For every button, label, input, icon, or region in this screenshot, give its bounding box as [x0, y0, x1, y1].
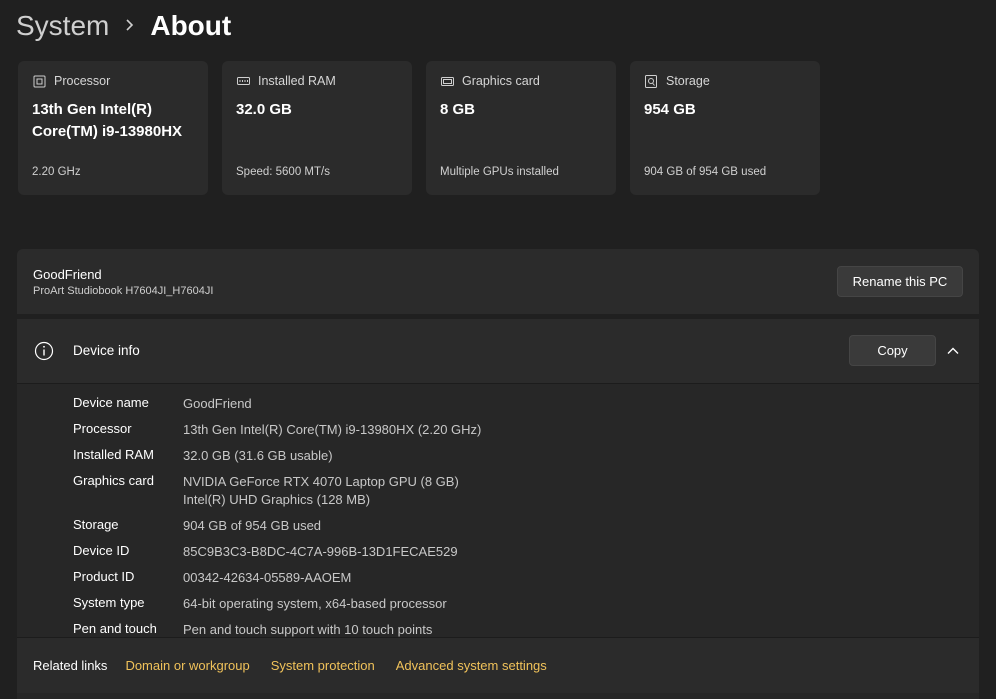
- copy-button[interactable]: Copy: [849, 335, 936, 366]
- info-row-graphics-card: Graphics card NVIDIA GeForce RTX 4070 La…: [73, 473, 481, 509]
- info-label: Installed RAM: [73, 447, 154, 462]
- card-storage: Storage 954 GB 904 GB of 954 GB used: [630, 61, 820, 195]
- related-links: Related links Domain or workgroup System…: [17, 637, 979, 693]
- breadcrumb-system[interactable]: System: [16, 10, 109, 42]
- chevron-up-icon[interactable]: [946, 343, 962, 357]
- card-value: 32.0 GB: [236, 101, 292, 118]
- info-label: Device ID: [73, 543, 130, 558]
- ram-icon: [236, 74, 250, 88]
- info-value: NVIDIA GeForce RTX 4070 Laptop GPU (8 GB…: [183, 474, 459, 489]
- pc-name-panel: GoodFriend ProArt Studiobook H7604JI_H76…: [17, 249, 979, 314]
- card-foot: Multiple GPUs installed: [440, 166, 559, 178]
- info-label: System type: [73, 595, 145, 610]
- processor-icon: [32, 74, 46, 88]
- device-info-header[interactable]: Device info Copy: [17, 319, 979, 384]
- info-value: Intel(R) UHD Graphics (128 MB): [183, 492, 371, 507]
- info-label: Storage: [73, 517, 119, 532]
- info-row-device-name: Device name GoodFriend: [73, 395, 481, 413]
- info-row-installed-ram: Installed RAM 32.0 GB (31.6 GB usable): [73, 447, 481, 465]
- card-foot: 904 GB of 954 GB used: [644, 166, 767, 178]
- rename-pc-button[interactable]: Rename this PC: [837, 266, 963, 297]
- graphics-card-icon: [440, 74, 454, 88]
- card-value: 13th Gen Intel(R) Core(TM) i9-13980HX: [32, 101, 183, 140]
- card-title: Graphics card: [462, 74, 540, 88]
- pc-name: GoodFriend: [33, 267, 102, 282]
- page-title: About: [150, 10, 232, 41]
- info-row-processor: Processor 13th Gen Intel(R) Core(TM) i9-…: [73, 421, 481, 439]
- device-info-panel: Device info Copy Device name GoodFriend …: [17, 319, 979, 699]
- info-value: 00342-42634-05589-AAOEM: [183, 570, 352, 585]
- link-advanced-system-settings[interactable]: Advanced system settings: [396, 658, 547, 673]
- info-label: Product ID: [73, 569, 135, 584]
- breadcrumb: System About: [16, 6, 231, 46]
- info-row-product-id: Product ID 00342-42634-05589-AAOEM: [73, 569, 481, 587]
- info-value: 64-bit operating system, x64-based proce…: [183, 596, 447, 611]
- info-label: Device name: [73, 395, 149, 410]
- card-foot: Speed: 5600 MT/s: [236, 166, 330, 178]
- info-row-system-type: System type 64-bit operating system, x64…: [73, 595, 481, 613]
- info-value: 85C9B3C3-B8DC-4C7A-996B-13D1FECAE529: [183, 544, 458, 559]
- device-info-title: Device info: [73, 343, 140, 358]
- info-row-storage: Storage 904 GB of 954 GB used: [73, 517, 481, 535]
- storage-icon: [644, 74, 658, 88]
- card-ram: Installed RAM 32.0 GB Speed: 5600 MT/s: [222, 61, 412, 195]
- spec-cards: Processor 13th Gen Intel(R) Core(TM) i9-…: [18, 61, 820, 195]
- info-value: GoodFriend: [183, 396, 252, 411]
- device-info-list: Device name GoodFriend Processor 13th Ge…: [73, 395, 481, 647]
- card-title: Storage: [666, 74, 710, 88]
- link-domain-or-workgroup[interactable]: Domain or workgroup: [125, 658, 249, 673]
- info-row-device-id: Device ID 85C9B3C3-B8DC-4C7A-996B-13D1FE…: [73, 543, 481, 561]
- card-title: Installed RAM: [258, 74, 336, 88]
- card-title: Processor: [54, 74, 111, 88]
- info-value: 13th Gen Intel(R) Core(TM) i9-13980HX (2…: [183, 422, 482, 437]
- info-value: 32.0 GB (31.6 GB usable): [183, 448, 333, 463]
- info-value: 904 GB of 954 GB used: [183, 518, 322, 533]
- related-links-title: Related links: [33, 658, 108, 673]
- card-graphics: Graphics card 8 GB Multiple GPUs install…: [426, 61, 616, 195]
- card-foot: 2.20 GHz: [32, 166, 81, 178]
- pc-model: ProArt Studiobook H7604JI_H7604JI: [33, 285, 214, 297]
- info-label: Processor: [73, 421, 132, 436]
- info-label: Graphics card: [73, 473, 154, 488]
- chevron-right-icon: [125, 15, 134, 38]
- card-value: 954 GB: [644, 101, 696, 118]
- card-processor: Processor 13th Gen Intel(R) Core(TM) i9-…: [18, 61, 208, 195]
- info-icon: [34, 341, 54, 361]
- card-value: 8 GB: [440, 101, 476, 118]
- link-system-protection[interactable]: System protection: [271, 658, 375, 673]
